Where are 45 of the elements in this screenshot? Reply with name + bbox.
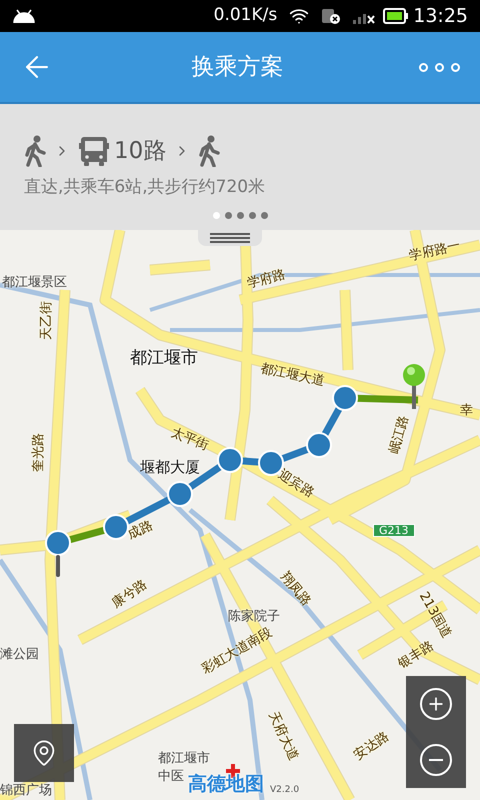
sim-card-icon xyxy=(321,7,342,25)
route-summary-panel[interactable]: 10路 直达,共乘车6站,共步行约720米 xyxy=(0,104,480,230)
map-label: 都江堰景区 xyxy=(2,276,67,289)
walking-person-icon xyxy=(198,135,220,168)
map-label: 岷江路 xyxy=(388,414,411,456)
map-label: 陈家院子 xyxy=(228,610,280,623)
map-label: 太平街 xyxy=(169,426,210,453)
map-provider-logo: 高德地图 xyxy=(188,775,264,794)
zoom-out-button[interactable] xyxy=(420,744,452,776)
map-label: 滩公园 xyxy=(0,648,39,661)
destination-pin-icon xyxy=(403,364,425,409)
map-label: 学府路一 xyxy=(408,239,462,263)
map-version: V2.2.0 xyxy=(270,786,300,795)
route-description: 直达,共乘车6站,共步行约720米 xyxy=(24,176,266,198)
map-label: 成路 xyxy=(126,519,156,542)
zoom-in-button[interactable] xyxy=(420,688,452,720)
map-label: 天府大道 xyxy=(266,710,300,763)
minus-icon xyxy=(429,759,443,761)
map-label: 翔凤路 xyxy=(278,570,314,608)
walking-person-icon xyxy=(24,135,46,168)
map-label: 学府路 xyxy=(246,268,288,291)
page-title: 换乘方案 xyxy=(190,52,284,82)
map-label: 奎光路 xyxy=(32,433,45,472)
clock-time: 13:25 xyxy=(413,4,468,29)
map-label: 康兮路 xyxy=(110,578,150,611)
locate-button[interactable] xyxy=(14,724,74,782)
network-speed: 0.01K/s xyxy=(214,4,278,28)
drag-handle[interactable] xyxy=(198,230,262,246)
android-icon xyxy=(12,9,36,23)
map-label: 迎宾路 xyxy=(276,468,316,500)
map-label: 安达路 xyxy=(352,730,392,763)
map-label: 都江堰大道 xyxy=(259,362,326,388)
start-pin-icon xyxy=(56,555,60,577)
map-label: 彩虹大道南段 xyxy=(200,626,274,676)
map-label: 都江堰市 xyxy=(158,752,210,765)
map-label: 都江堰市 xyxy=(130,350,198,367)
battery-icon xyxy=(383,8,410,24)
highway-shield: G213 xyxy=(373,524,415,537)
map-label: 堰都大厦 xyxy=(140,460,200,475)
map-label: 中医 xyxy=(158,770,184,783)
bus-line-name: 10路 xyxy=(114,137,166,166)
map-label: 幸 xyxy=(460,404,473,417)
map-label: 银丰路 xyxy=(396,639,436,672)
bus-icon xyxy=(78,135,110,168)
map-label: 天乙街 xyxy=(40,301,53,340)
